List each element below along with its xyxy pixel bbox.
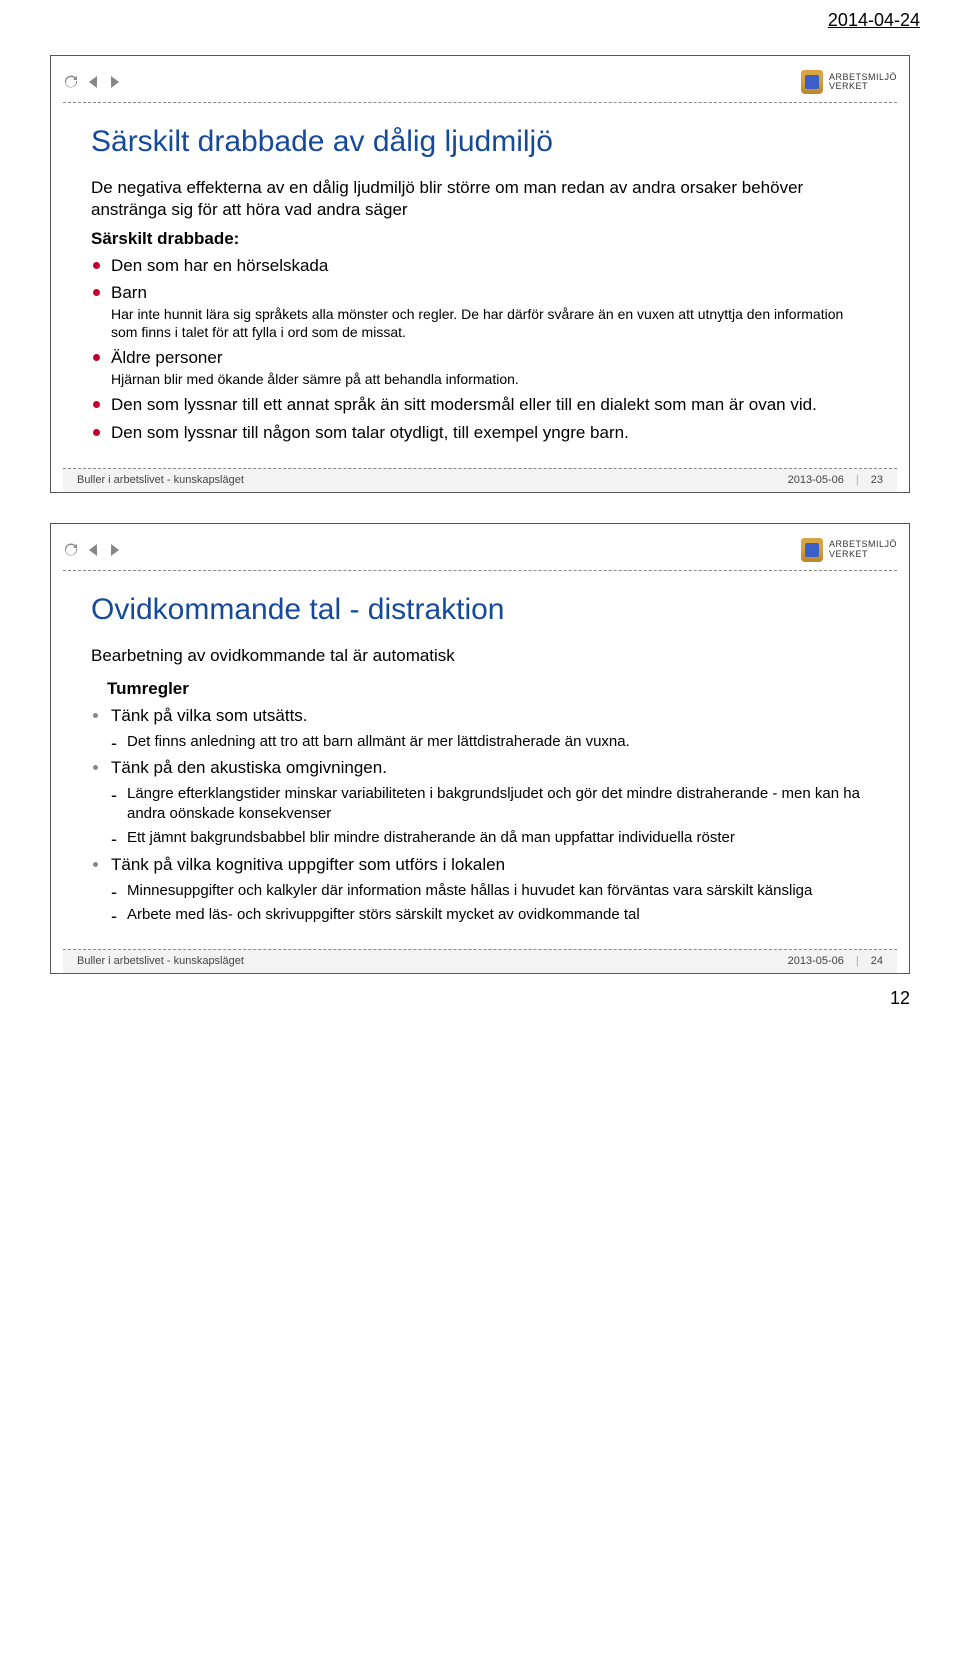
logo: ARBETSMILJÖ VERKET xyxy=(801,70,897,94)
next-icon[interactable] xyxy=(109,76,119,88)
slide-header: ARBETSMILJÖ VERKET xyxy=(51,56,909,102)
slide-1-wrap: ARBETSMILJÖ VERKET Särskilt drabbade av … xyxy=(0,35,960,503)
bullet-label: Tänk på vilka som utsätts. xyxy=(111,706,308,725)
sub-item: Längre efterklangstider minskar variabil… xyxy=(111,784,869,823)
bullet-label: Barn xyxy=(111,283,147,302)
footer-meta: 2013-05-06 | 23 xyxy=(788,474,883,486)
sub-item: Minnesuppgifter och kalkyler där informa… xyxy=(111,881,869,901)
sub-lead: Särskilt drabbade: xyxy=(91,229,869,249)
bullet-label: Äldre personer xyxy=(111,348,223,367)
prev-icon[interactable] xyxy=(89,76,99,88)
bullet-note: Har inte hunnit lära sig språkets alla m… xyxy=(111,306,869,341)
logo-line2: VERKET xyxy=(829,550,897,559)
footer-left: Buller i arbetslivet - kunskapsläget xyxy=(77,474,244,486)
slide-body: Särskilt drabbade av dålig ljudmiljö De … xyxy=(51,103,909,468)
list-item: Tänk på den akustiska omgivningen. Längr… xyxy=(111,757,869,848)
footer-date: 2013-05-06 xyxy=(788,474,844,486)
list-item: Äldre personer Hjärnan blir med ökande å… xyxy=(111,347,869,388)
slide-footer: Buller i arbetslivet - kunskapsläget 201… xyxy=(63,468,897,492)
bullet-label: Tänk på den akustiska omgivningen. xyxy=(111,758,387,777)
list-item: Barn Har inte hunnit lära sig språkets a… xyxy=(111,282,869,341)
next-icon[interactable] xyxy=(109,544,119,556)
footer-left: Buller i arbetslivet - kunskapsläget xyxy=(77,955,244,967)
refresh-icon[interactable] xyxy=(63,542,79,558)
crest-icon xyxy=(801,70,823,94)
footer-slide-num: 23 xyxy=(871,474,883,486)
slide-title: Ovidkommande tal - distraktion xyxy=(91,593,869,627)
sub-item: Arbete med läs- och skrivuppgifter störs… xyxy=(111,905,869,925)
slide-header: ARBETSMILJÖ VERKET xyxy=(51,524,909,570)
refresh-icon[interactable] xyxy=(63,74,79,90)
list-item: Tänk på vilka som utsätts. Det finns anl… xyxy=(111,705,869,752)
footer-divider: | xyxy=(856,955,859,967)
bullet-list: Den som har en hörselskada Barn Har inte… xyxy=(91,255,869,444)
nav-icons xyxy=(63,74,119,90)
list-item: Den som har en hörselskada xyxy=(111,255,869,277)
bullet-note: Hjärnan blir med ökande ålder sämre på a… xyxy=(111,371,869,389)
logo-text: ARBETSMILJÖ VERKET xyxy=(829,540,897,559)
prev-icon[interactable] xyxy=(89,544,99,556)
sub-item: Ett jämnt bakgrundsbabbel blir mindre di… xyxy=(111,828,869,848)
slide-2-wrap: ARBETSMILJÖ VERKET Ovidkommande tal - di… xyxy=(0,503,960,984)
bullet-label: Tänk på vilka kognitiva uppgifter som ut… xyxy=(111,855,505,874)
logo: ARBETSMILJÖ VERKET xyxy=(801,538,897,562)
tumregler-label: Tumregler xyxy=(107,679,869,699)
lead-text: De negativa effekterna av en dålig ljudm… xyxy=(91,177,869,221)
footer-meta: 2013-05-06 | 24 xyxy=(788,955,883,967)
page-date: 2014-04-24 xyxy=(0,0,960,35)
lead-text: Bearbetning av ovidkommande tal är autom… xyxy=(91,645,869,667)
slide-body: Ovidkommande tal - distraktion Bearbetni… xyxy=(51,571,909,949)
sub-item: Det finns anledning att tro att barn all… xyxy=(111,732,869,752)
grey-bullet-list: Tänk på vilka som utsätts. Det finns anl… xyxy=(91,705,869,925)
list-item: Den som lyssnar till ett annat språk än … xyxy=(111,394,869,416)
footer-date: 2013-05-06 xyxy=(788,955,844,967)
page-number: 12 xyxy=(0,984,960,1037)
list-item: Den som lyssnar till någon som talar oty… xyxy=(111,422,869,444)
list-item: Tänk på vilka kognitiva uppgifter som ut… xyxy=(111,854,869,925)
logo-line2: VERKET xyxy=(829,82,897,91)
slide-footer: Buller i arbetslivet - kunskapsläget 201… xyxy=(63,949,897,973)
nav-icons xyxy=(63,542,119,558)
crest-icon xyxy=(801,538,823,562)
slide-2: ARBETSMILJÖ VERKET Ovidkommande tal - di… xyxy=(50,523,910,974)
logo-text: ARBETSMILJÖ VERKET xyxy=(829,73,897,92)
slide-1: ARBETSMILJÖ VERKET Särskilt drabbade av … xyxy=(50,55,910,493)
footer-slide-num: 24 xyxy=(871,955,883,967)
footer-divider: | xyxy=(856,474,859,486)
slide-title: Särskilt drabbade av dålig ljudmiljö xyxy=(91,125,869,159)
